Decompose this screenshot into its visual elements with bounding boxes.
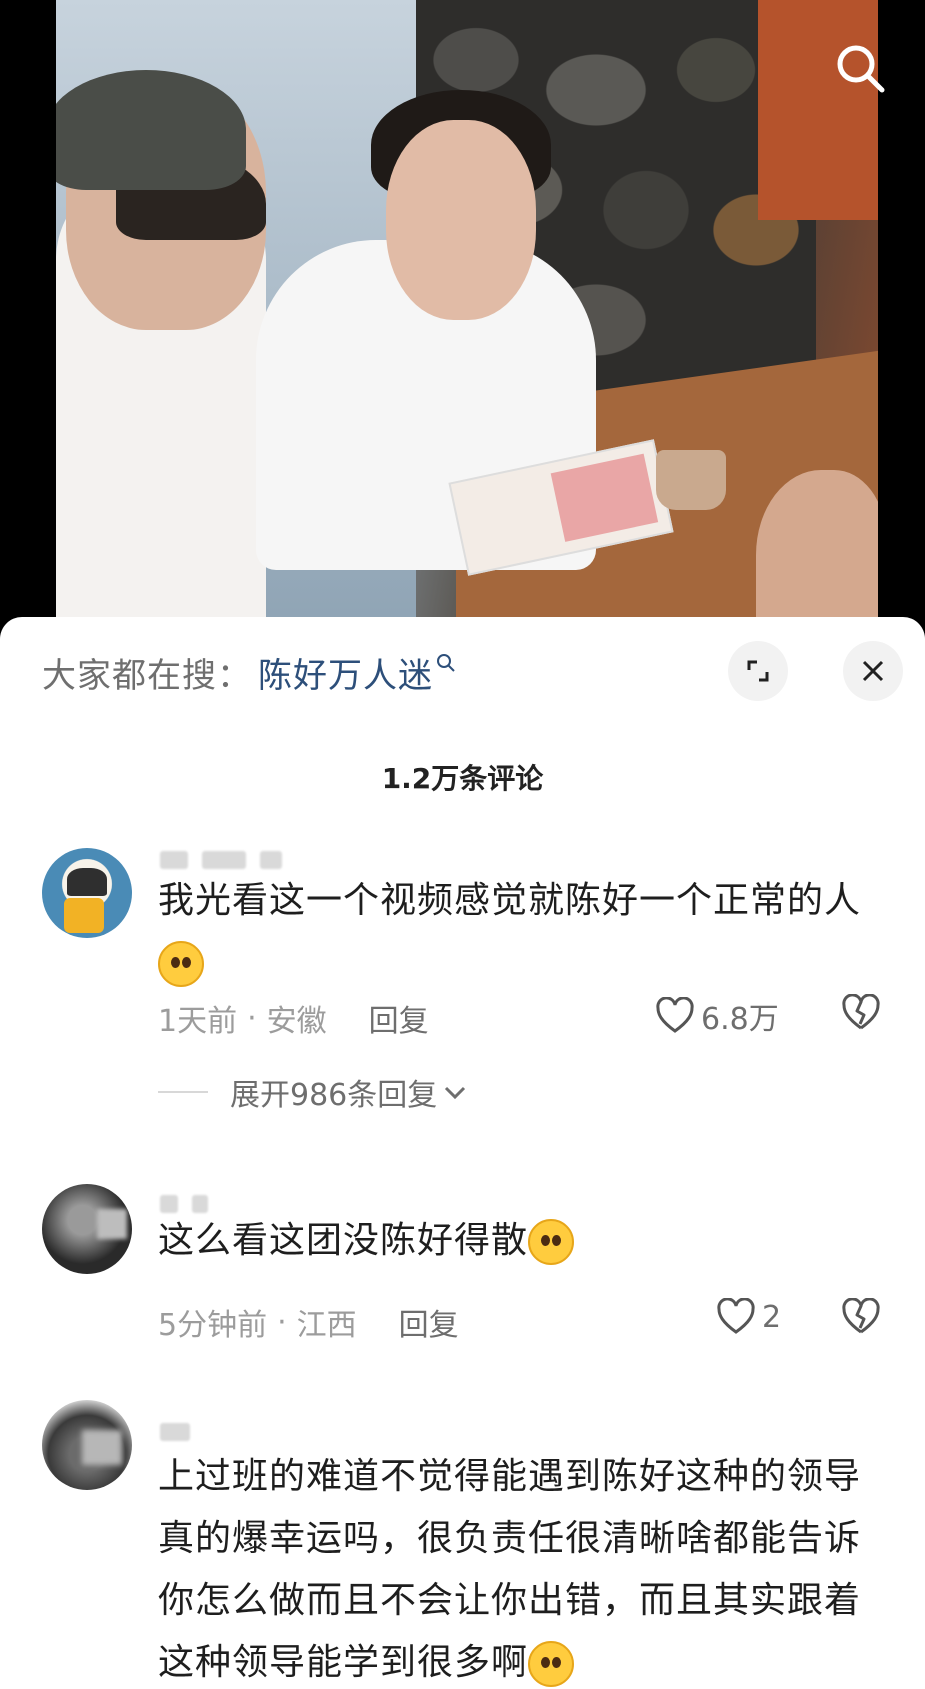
comment-text: 我光看这一个视频感觉就陈好一个正常的人 bbox=[158, 870, 885, 994]
expand-replies-button[interactable]: 展开986条回复 bbox=[158, 1070, 469, 1114]
avatar[interactable] bbox=[42, 848, 132, 938]
avatar[interactable] bbox=[42, 1400, 132, 1490]
like-count: 2 bbox=[762, 1299, 782, 1335]
expand-replies-label: 展开986条回复 bbox=[230, 1078, 438, 1113]
comment-text: 这么看这团没陈好得散 bbox=[158, 1210, 885, 1272]
video-frame bbox=[56, 0, 878, 640]
close-icon bbox=[862, 660, 884, 682]
comment-sheet: 大家都在搜： 陈好万人迷 1.2万条评论 我光看这一个视频感觉就陈好一个正常的人 bbox=[0, 617, 925, 1689]
reply-button[interactable]: 回复 bbox=[369, 996, 429, 1040]
comment-meta: 5分钟前 · 江西 回复 bbox=[158, 1300, 459, 1344]
like-count: 6.8万 bbox=[701, 1002, 779, 1037]
trending-search-bar[interactable]: 大家都在搜： 陈好万人迷 bbox=[42, 647, 457, 697]
comment-time: 5分钟前 bbox=[158, 1308, 268, 1343]
video-player[interactable] bbox=[0, 0, 925, 640]
divider bbox=[158, 1091, 208, 1093]
expand-icon bbox=[747, 660, 769, 682]
expand-button[interactable] bbox=[728, 641, 788, 701]
comment-text: 上过班的难道不觉得能遇到陈好这种的领导真的爆幸运吗，很负责任很清晰啥都能告诉你怎… bbox=[158, 1446, 885, 1689]
username-blurred bbox=[160, 848, 282, 872]
like-button[interactable]: 2 bbox=[716, 1298, 781, 1336]
pleading-emoji bbox=[158, 941, 204, 987]
comment-item: 我光看这一个视频感觉就陈好一个正常的人 1天前 · 安徽 回复 6.8万 展开9… bbox=[0, 830, 925, 1170]
broken-heart-icon bbox=[842, 1297, 880, 1334]
search-icon[interactable] bbox=[832, 40, 888, 96]
comment-time: 1天前 bbox=[158, 1004, 238, 1039]
trending-search-prefix: 大家都在搜： bbox=[42, 655, 252, 696]
comment-location: 江西 bbox=[296, 1308, 357, 1343]
dislike-button[interactable] bbox=[840, 993, 882, 1036]
dislike-button[interactable] bbox=[840, 1297, 882, 1340]
starry-eyes-emoji bbox=[528, 1641, 575, 1687]
heart-icon bbox=[656, 997, 694, 1033]
comment-item: 这么看这团没陈好得散 5分钟前 · 江西 回复 2 bbox=[0, 1180, 925, 1380]
heart-icon bbox=[717, 1298, 755, 1334]
trending-search-term[interactable]: 陈好万人迷 bbox=[258, 648, 433, 697]
close-button[interactable] bbox=[843, 641, 903, 701]
comment-meta: 1天前 · 安徽 回复 bbox=[158, 996, 429, 1040]
chevron-down-icon bbox=[445, 1086, 466, 1100]
broken-heart-icon bbox=[842, 993, 880, 1030]
search-icon bbox=[437, 654, 455, 672]
laughing-tears-emoji bbox=[528, 1219, 575, 1265]
reply-button[interactable]: 回复 bbox=[399, 1300, 459, 1344]
username-blurred bbox=[160, 1420, 190, 1444]
like-button[interactable]: 6.8万 bbox=[655, 994, 779, 1038]
comment-location: 安徽 bbox=[266, 1004, 327, 1039]
comment-count-title: 1.2万条评论 bbox=[381, 762, 544, 795]
comment-item: 上过班的难道不觉得能遇到陈好这种的领导真的爆幸运吗，很负责任很清晰啥都能告诉你怎… bbox=[0, 1390, 925, 1689]
avatar[interactable] bbox=[42, 1184, 132, 1274]
